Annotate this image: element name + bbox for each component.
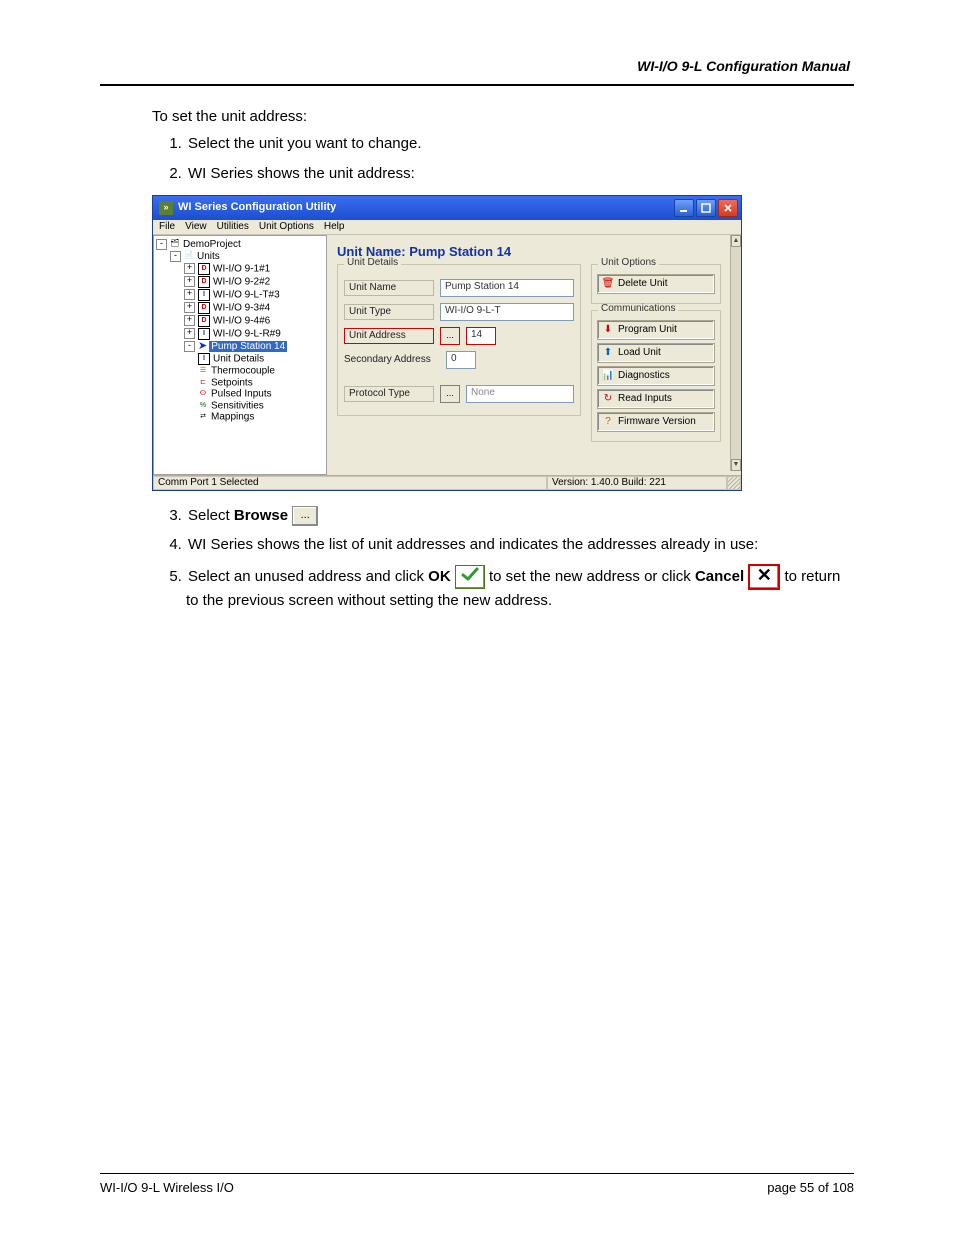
tree-node-5[interactable]: WI-I/O 9-L-R#9 xyxy=(213,328,281,339)
tree-node-3[interactable]: WI-I/O 9-3#4 xyxy=(213,302,270,313)
panel-title: Unit Name: Pump Station 14 xyxy=(337,245,723,258)
scroll-up-icon[interactable]: ▲ xyxy=(731,235,741,247)
menu-bar: File View Utilities Unit Options Help xyxy=(153,220,741,234)
tree-child-4[interactable]: Sensitivities xyxy=(211,400,264,411)
unit-options-legend: Unit Options xyxy=(598,258,659,268)
upload-icon: ⬆ xyxy=(602,347,614,359)
tree-node-selected[interactable]: Pump Station 14 xyxy=(209,341,287,352)
footer-left: WI-I/O 9-L Wireless I/O xyxy=(100,1180,234,1195)
tree-child-5[interactable]: Mappings xyxy=(211,412,254,423)
unit-options-group: Unit Options 🗑Delete Unit xyxy=(591,264,721,304)
read-inputs-button[interactable]: ↻Read Inputs xyxy=(597,389,715,409)
project-tree[interactable]: -🗂DemoProject -📄Units +DWI-I/O 9-1#1 +DW… xyxy=(153,235,327,475)
step-1: Select the unit you want to change. xyxy=(186,135,422,152)
tree-child-2[interactable]: Setpoints xyxy=(211,377,253,388)
app-window: » WI Series Configuration Utility File V… xyxy=(152,195,742,491)
unit-address-label: Unit Address xyxy=(344,328,434,344)
refresh-icon: ↻ xyxy=(602,393,614,405)
chart-icon: 📊 xyxy=(602,370,614,382)
intro-text: To set the unit address: xyxy=(152,108,854,125)
firmware-version-button[interactable]: ?Firmware Version xyxy=(597,412,715,432)
unit-name-label: Unit Name xyxy=(344,280,434,296)
status-left: Comm Port 1 Selected xyxy=(153,476,547,490)
secondary-address-label: Secondary Address xyxy=(344,355,440,365)
menu-unit-options[interactable]: Unit Options xyxy=(259,222,314,232)
communications-legend: Communications xyxy=(598,304,678,314)
download-icon: ⬇ xyxy=(602,324,614,336)
close-button[interactable] xyxy=(718,199,738,217)
tree-node-2[interactable]: WI-I/O 9-L-T#3 xyxy=(213,289,280,300)
browse-inline-button[interactable]: ... xyxy=(292,506,318,526)
status-right: Version: 1.40.0 Build: 221 xyxy=(547,476,727,490)
app-icon: » xyxy=(159,201,173,215)
resize-grip[interactable] xyxy=(727,476,741,490)
ok-inline-button[interactable] xyxy=(455,565,485,589)
unit-name-field[interactable]: Pump Station 14 xyxy=(440,279,574,297)
load-unit-button[interactable]: ⬆Load Unit xyxy=(597,343,715,363)
menu-view[interactable]: View xyxy=(185,222,207,232)
header-rule xyxy=(100,84,854,86)
diagnostics-button[interactable]: 📊Diagnostics xyxy=(597,366,715,386)
communications-group: Communications ⬇Program Unit ⬆Load Unit … xyxy=(591,310,721,442)
delete-unit-button[interactable]: 🗑Delete Unit xyxy=(597,274,715,294)
protocol-type-field[interactable]: None xyxy=(466,385,574,403)
tree-child-1[interactable]: Thermocouple xyxy=(211,366,275,377)
menu-help[interactable]: Help xyxy=(324,222,345,232)
step-2: WI Series shows the unit address: xyxy=(186,165,415,182)
tree-node-4[interactable]: WI-I/O 9-4#6 xyxy=(213,315,270,326)
unit-type-label: Unit Type xyxy=(344,304,434,320)
vertical-scrollbar[interactable]: ▲ ▼ xyxy=(730,235,741,471)
window-titlebar[interactable]: » WI Series Configuration Utility xyxy=(153,196,741,220)
status-bar: Comm Port 1 Selected Version: 1.40.0 Bui… xyxy=(153,475,741,490)
step-5: Select an unused address and click OK to… xyxy=(186,568,840,609)
unit-details-group: Unit Details Unit Name Pump Station 14 U… xyxy=(337,264,581,416)
tree-units[interactable]: Units xyxy=(197,251,220,262)
menu-utilities[interactable]: Utilities xyxy=(217,222,249,232)
step-4: WI Series shows the list of unit address… xyxy=(186,536,758,553)
footer-right: page 55 of 108 xyxy=(767,1180,854,1195)
footer-rule xyxy=(100,1173,854,1174)
unit-details-legend: Unit Details xyxy=(344,258,401,268)
tree-child-0[interactable]: Unit Details xyxy=(213,354,264,365)
step-3: Select Browse ... xyxy=(186,507,318,524)
unit-type-field[interactable]: WI-I/O 9-L-T xyxy=(440,303,574,321)
cancel-inline-button[interactable]: ✕ xyxy=(748,564,780,590)
maximize-button[interactable] xyxy=(696,199,716,217)
question-icon: ? xyxy=(602,416,614,428)
trash-icon: 🗑 xyxy=(602,278,614,290)
secondary-address-field[interactable]: 0 xyxy=(446,351,476,369)
menu-file[interactable]: File xyxy=(159,222,175,232)
tree-node-0[interactable]: WI-I/O 9-1#1 xyxy=(213,263,270,274)
protocol-type-label: Protocol Type xyxy=(344,386,434,402)
tree-child-3[interactable]: Pulsed Inputs xyxy=(211,389,272,400)
unit-address-field[interactable]: 14 xyxy=(466,327,496,345)
tree-root[interactable]: DemoProject xyxy=(183,239,241,250)
scroll-down-icon[interactable]: ▼ xyxy=(731,459,741,471)
arrow-icon: ➤ xyxy=(198,341,207,352)
browse-button[interactable]: ... xyxy=(440,327,460,345)
window-title: WI Series Configuration Utility xyxy=(178,202,674,213)
tree-node-1[interactable]: WI-I/O 9-2#2 xyxy=(213,276,270,287)
doc-header-title: WI-I/O 9-L Configuration Manual xyxy=(100,58,854,74)
minimize-button[interactable] xyxy=(674,199,694,217)
protocol-browse-button[interactable]: ... xyxy=(440,385,460,403)
program-unit-button[interactable]: ⬇Program Unit xyxy=(597,320,715,340)
